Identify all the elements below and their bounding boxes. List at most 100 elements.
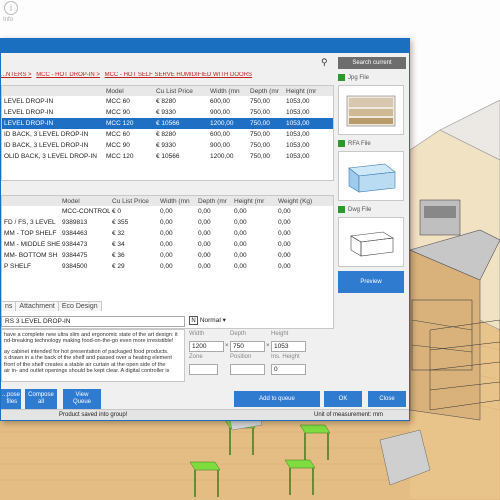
width-field[interactable]: 1200 [189, 341, 224, 352]
tab-attachment[interactable]: Attachment [15, 301, 59, 311]
table-row[interactable]: MM- BOTTOM SH 9384475 € 36 0,00 0,00 0,00 0,00 [2, 250, 333, 261]
cell: 600,00 [210, 131, 230, 138]
col-header-model[interactable]: Model [60, 196, 110, 206]
col-header-price[interactable]: Cu List Price [154, 86, 208, 96]
description-text[interactable]: have a complete new ultra slim and ergon… [1, 329, 185, 382]
cell: € 29 [112, 263, 125, 270]
table-row[interactable]: LEVEL DROP-IN MCC 60 € 8280 600,00 750,00 105… [2, 96, 333, 107]
col-header-height[interactable]: Height (mr [232, 196, 276, 206]
dwg-preview-image[interactable] [338, 217, 404, 267]
cell: 1053,00 [286, 142, 310, 149]
rfa-preview-image[interactable] [338, 151, 404, 201]
table-row[interactable]: OLID BACK, 3 LEVEL DROP-IN MCC 120 € 10566… [2, 151, 333, 162]
cell: € 9330 [156, 142, 176, 149]
search-icon[interactable]: ⚲ [321, 57, 332, 68]
compose-files-button[interactable]: ...pose files [1, 389, 21, 409]
breadcrumb-item[interactable]: MCC - HOT SELF SERVE HUMIDIFIED WITH DOO… [105, 72, 252, 78]
cell: 0,00 [160, 219, 173, 226]
cell: 900,00 [210, 142, 230, 149]
height-label: Height [271, 331, 289, 337]
jpg-file-label[interactable]: Jpg File [338, 74, 369, 81]
cell: 0,00 [234, 263, 247, 270]
chevron-down-icon: ▾ [222, 317, 226, 324]
cell: € 8280 [156, 98, 176, 105]
dwg-file-label[interactable]: Dwg File [338, 206, 371, 213]
breadcrumb-item[interactable]: ...NTERS > [1, 72, 32, 78]
col-header-price[interactable]: Cu List Price [110, 196, 158, 206]
rfa-file-label[interactable]: RFA File [338, 140, 371, 147]
table-row[interactable]: MM - MIDDLE SHE 9384473 € 34 0,00 0,00 0,00 0,… [2, 239, 333, 250]
col-header-height[interactable]: Height (mr [284, 86, 333, 96]
col-header-width[interactable]: Width (mn [158, 196, 196, 206]
product-grid-header: Model Cu List Price Width (mn Depth (mr … [2, 86, 333, 96]
cell: 1053,00 [286, 98, 310, 105]
zone-field[interactable] [189, 364, 218, 375]
breadcrumb: ...NTERS > MCC - HOT DROP-IN > MCC - HOT… [1, 72, 334, 82]
cell: 0,00 [198, 230, 211, 237]
col-header-description[interactable] [2, 86, 104, 96]
tab-eco-design[interactable]: Eco Design [57, 301, 102, 311]
tab-descriptions[interactable]: ns [1, 301, 17, 311]
unit-of-measurement: Unit of measurement: mm [314, 412, 384, 418]
table-row[interactable]: ID BACK, 3 LEVEL DROP-IN MCC 60 € 8280 600,… [2, 129, 333, 140]
col-header-depth[interactable]: Depth (mr [196, 196, 232, 206]
ins-height-field[interactable]: 0 [271, 364, 306, 375]
status-bar: Product saved into group! Unit of measur… [1, 409, 409, 420]
position-label: Position [230, 354, 252, 360]
close-button[interactable]: Close [368, 391, 406, 407]
col-header-model[interactable]: Model [104, 86, 154, 96]
cell: LEVEL DROP-IN [4, 109, 54, 116]
file-label-text: Dwg File [348, 207, 372, 214]
product-grid[interactable]: Model Cu List Price Width (mn Depth (mr … [1, 85, 334, 181]
view-queue-button[interactable]: View Queue [63, 389, 101, 409]
ok-button[interactable]: OK [324, 391, 362, 407]
cell: P SHELF [4, 263, 31, 270]
table-row[interactable]: FD / FS, 3 LEVEL 9389813 € 355 0,00 0,00 0,00… [2, 217, 333, 228]
col-header-weight[interactable]: Weight (Kg) [276, 196, 333, 206]
cell: 0,00 [160, 230, 173, 237]
cell: 0,00 [234, 208, 247, 215]
cell: 9384463 [62, 230, 88, 237]
cell: MM - TOP SHELF [4, 230, 57, 237]
preview-button[interactable]: Preview [338, 271, 404, 293]
normal-key-badge: N [189, 316, 198, 325]
compose-all-button[interactable]: Compose all [25, 389, 57, 409]
table-row[interactable]: ID BACK, 3 LEVEL DROP-IN MCC 90 € 9330 900,… [2, 140, 333, 151]
normal-dropdown[interactable]: N Normal ▾ [189, 316, 226, 326]
description-line: s drawn in a the back of the shelf and p… [4, 355, 172, 362]
cell: MCC 90 [106, 142, 130, 149]
col-header-depth[interactable]: Depth (mr [248, 86, 284, 96]
cell: € 8280 [156, 131, 176, 138]
zone-label: Zone [189, 354, 203, 360]
depth-field[interactable]: 750 [230, 341, 265, 352]
cell: 900,00 [210, 109, 230, 116]
times-icon: × [266, 343, 270, 349]
description-line: air in- and outlet openings should be ke… [4, 368, 170, 375]
cell: 750,00 [250, 142, 270, 149]
table-row[interactable]: P SHELF 9384500 € 29 0,00 0,00 0,00 0,00 [2, 261, 333, 272]
jpg-preview-image[interactable] [338, 85, 404, 135]
cell: 750,00 [250, 109, 270, 116]
table-row[interactable]: MM - TOP SHELF 9384463 € 32 0,00 0,00 0,00 0,0… [2, 228, 333, 239]
breadcrumb-item[interactable]: MCC - HOT DROP-IN > [36, 72, 100, 78]
search-current-button[interactable]: Search current [338, 57, 406, 69]
table-row-selected[interactable]: LEVEL DROP-IN MCC 120 € 10566 1200,00 750,00… [2, 118, 333, 129]
depth-label: Depth [230, 331, 247, 337]
table-row[interactable]: LEVEL DROP-IN MCC 90 € 9330 900,00 750,00 105… [2, 107, 333, 118]
col-header-description[interactable] [2, 196, 60, 206]
height-field[interactable]: 1053 [271, 341, 306, 352]
cell: 9384500 [62, 263, 88, 270]
cell: 0,00 [234, 252, 247, 259]
cell: 750,00 [250, 131, 270, 138]
dialog-titlebar[interactable] [1, 39, 409, 53]
description-line: nd-breaking technology making food-on-th… [4, 338, 174, 345]
col-header-width[interactable]: Width (mn [208, 86, 248, 96]
cell: € 0 [112, 208, 122, 215]
add-to-queue-button[interactable]: Add to queue [234, 391, 320, 407]
cell: MCC 90 [106, 109, 130, 116]
file-label-text: RFA File [348, 141, 371, 148]
table-row[interactable]: MCC-CONTROL- € 0 0,00 0,00 0,00 0,00 [2, 206, 333, 217]
position-field[interactable] [230, 364, 265, 375]
description-title-field[interactable]: RS 3 LEVEL DROP-IN [1, 316, 185, 327]
cell: 0,00 [278, 208, 291, 215]
